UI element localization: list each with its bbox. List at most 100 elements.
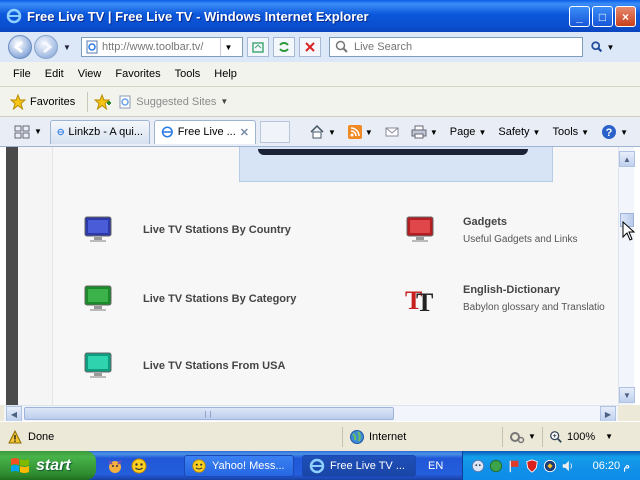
menu-favorites[interactable]: Favorites: [108, 68, 167, 80]
dictionary-icon[interactable]: TT: [403, 283, 437, 315]
read-mail-button[interactable]: [381, 126, 403, 138]
chevron-down-icon: ▼: [528, 432, 536, 441]
task-label: Yahoo! Mess...: [212, 459, 285, 472]
recent-pages-dropdown[interactable]: ▼: [61, 43, 73, 52]
warning-icon: [8, 429, 22, 443]
vertical-scrollbar[interactable]: ▲ ▼: [618, 147, 635, 405]
search-box[interactable]: [329, 37, 583, 57]
tv-country-icon[interactable]: [83, 214, 113, 244]
search-go-button[interactable]: ▼: [587, 37, 617, 57]
ie-page-icon: [57, 128, 64, 136]
home-button[interactable]: ▼: [305, 124, 340, 140]
forward-button[interactable]: [34, 35, 58, 59]
back-button[interactable]: [8, 35, 32, 59]
horizontal-scrollbar[interactable]: ◀ ▶: [4, 405, 618, 422]
back-arrow-icon: [13, 40, 23, 54]
scroll-down-button[interactable]: ▼: [619, 387, 635, 403]
refresh-button[interactable]: [273, 37, 295, 57]
address-dropdown-icon[interactable]: ▼: [220, 38, 236, 56]
page-menu-label: Page: [449, 126, 476, 138]
compatibility-view-button[interactable]: [247, 37, 269, 57]
svg-text:T: T: [416, 288, 433, 315]
address-bar[interactable]: ▼: [81, 37, 243, 57]
start-button[interactable]: start: [0, 451, 96, 480]
settings-gear-icon: [510, 431, 525, 443]
taskbar-yahoo-messenger[interactable]: Yahoo! Mess...: [184, 454, 294, 477]
suggested-sites[interactable]: Suggested Sites ▼: [118, 95, 228, 109]
tv-category-icon[interactable]: [83, 283, 113, 313]
chevron-down-icon: ▼: [581, 127, 590, 137]
yahoo-smiley-icon[interactable]: [130, 457, 148, 475]
safety-menu[interactable]: Safety ▼: [494, 126, 544, 138]
menu-tools[interactable]: Tools: [168, 68, 208, 80]
protected-mode-button[interactable]: ▼: [502, 426, 542, 447]
menu-help[interactable]: Help: [207, 68, 244, 80]
page-menu[interactable]: Page ▼: [446, 126, 491, 138]
quick-launch: [106, 457, 176, 475]
tab-linkzb[interactable]: Linkzb - A qui...: [50, 119, 150, 144]
print-button[interactable]: ▼: [407, 125, 442, 139]
zoom-icon: [550, 430, 562, 443]
new-tab-button[interactable]: [260, 120, 290, 143]
favorites-label: Favorites: [30, 95, 76, 108]
close-tab-icon[interactable]: ✕: [240, 126, 249, 139]
shield-tray-icon[interactable]: [525, 458, 539, 473]
gadgets-icon[interactable]: [405, 214, 435, 244]
search-input[interactable]: [354, 41, 580, 53]
antivirus-tray-icon[interactable]: [543, 459, 557, 473]
title-bar: Free Live TV | Free Live TV - Windows In…: [0, 0, 640, 32]
link-stations-from-usa[interactable]: Live TV Stations From USA: [143, 360, 285, 372]
mail-icon: [385, 127, 399, 137]
close-button[interactable]: ×: [615, 6, 636, 27]
page-icon: [85, 40, 99, 54]
command-bar: ▼ ▼ ▼ Page ▼ Safety ▼ Tools ▼ ? ▼: [305, 117, 632, 147]
tab-list-dropdown[interactable]: ▼: [34, 127, 46, 136]
menu-edit[interactable]: Edit: [38, 68, 71, 80]
horizontal-scroll-thumb[interactable]: [24, 407, 394, 420]
smiley-tray-icon[interactable]: [471, 459, 485, 473]
scroll-up-button[interactable]: ▲: [619, 151, 635, 167]
refresh-icon: [279, 42, 289, 52]
ie-icon: [309, 458, 325, 473]
status-done-label: Done: [28, 430, 55, 443]
task-label: Free Live TV ...: [330, 459, 405, 472]
link-stations-by-country[interactable]: Live TV Stations By Country: [143, 224, 291, 236]
zoom-control[interactable]: 100% ▼: [542, 426, 613, 447]
content-area: Live TV Stations By Country Live TV Stat…: [0, 147, 640, 405]
link-gadgets[interactable]: Gadgets: [463, 216, 507, 228]
menu-bar: File Edit View Favorites Tools Help: [0, 62, 640, 87]
tab-free-live-tv[interactable]: Free Live ... ✕: [154, 119, 256, 144]
globe-icon: [350, 429, 364, 444]
magnifier-icon: [590, 41, 602, 53]
quick-tabs-button[interactable]: [12, 123, 32, 141]
menu-file[interactable]: File: [6, 68, 38, 80]
url-input[interactable]: [102, 41, 220, 53]
zone-label: Internet: [369, 430, 407, 443]
add-favorite-icon[interactable]: [94, 93, 112, 110]
help-icon: ?: [602, 125, 617, 139]
menu-view[interactable]: View: [71, 68, 109, 80]
yahoo-smiley-icon: [192, 458, 206, 473]
favorites-button[interactable]: Favorites: [10, 93, 76, 110]
link-english-dictionary[interactable]: English-Dictionary: [463, 284, 560, 296]
maximize-button[interactable]: □: [592, 6, 613, 27]
help-button[interactable]: ? ▼: [597, 124, 632, 140]
link-stations-by-category[interactable]: Live TV Stations By Category: [143, 293, 296, 305]
tools-menu-label: Tools: [552, 126, 579, 138]
scroll-left-button[interactable]: ◀: [6, 406, 22, 422]
stop-button[interactable]: [299, 37, 321, 57]
security-zone[interactable]: Internet: [342, 426, 502, 447]
forward-arrow-icon: [43, 40, 53, 54]
speaker-tray-icon[interactable]: [561, 459, 575, 473]
language-indicator[interactable]: EN: [428, 460, 443, 472]
gadgets-description: Useful Gadgets and Links: [463, 234, 578, 245]
scroll-right-button[interactable]: ▶: [600, 406, 616, 422]
tv-usa-icon[interactable]: [83, 350, 113, 380]
tools-menu[interactable]: Tools ▼: [548, 126, 593, 138]
taskbar-free-live-tv[interactable]: Free Live TV ...: [302, 454, 416, 477]
flag-tray-icon[interactable]: [507, 459, 521, 473]
feeds-button[interactable]: ▼: [344, 125, 377, 139]
messenger-buddy-icon[interactable]: [106, 457, 124, 475]
minimize-button[interactable]: _: [569, 6, 590, 27]
network-tray-icon[interactable]: [489, 459, 503, 473]
